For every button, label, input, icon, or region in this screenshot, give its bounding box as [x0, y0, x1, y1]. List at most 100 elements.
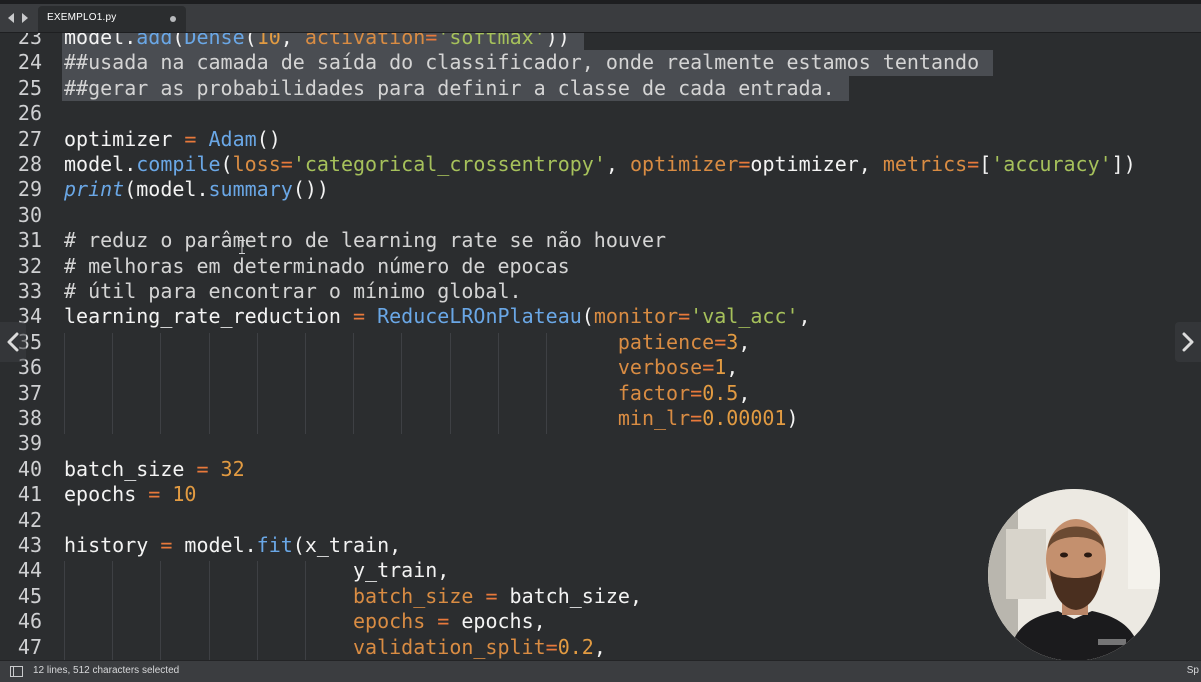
code-token: = [280, 152, 293, 176]
code-token: = [437, 609, 450, 634]
line-number: 26 [17, 101, 42, 126]
code-text: # melhoras em determinado número de epoc… [64, 254, 570, 279]
line-number: 42 [17, 507, 42, 532]
code-token: ( [220, 152, 233, 176]
code-token: print [64, 177, 125, 202]
line-number: 30 [17, 202, 42, 227]
presenter-avatar [988, 489, 1160, 661]
line-number: 31 [17, 228, 42, 253]
code-token: batch_size [64, 456, 197, 481]
line-number: 32 [17, 253, 42, 278]
code-line[interactable]: 30 [0, 203, 1201, 228]
code-token: = [184, 126, 197, 151]
indent-guide [160, 561, 162, 660]
line-number: 46 [17, 609, 42, 634]
code-token: , [593, 634, 606, 659]
panel-toggle-icon[interactable] [10, 666, 23, 677]
code-token: (x_train, [292, 533, 402, 557]
code-token: , [738, 380, 751, 405]
code-line[interactable]: 26 [0, 101, 1201, 126]
code-line[interactable]: 25 ##gerar as probabilidades para definir… [0, 75, 1201, 102]
code-line[interactable]: 39 [0, 431, 1201, 456]
code-token: model. [172, 533, 257, 557]
code-token: Dense [184, 33, 245, 49]
code-line[interactable]: 38 min_lr=0.00001) [0, 406, 1201, 431]
code-line[interactable]: 35 patience=3, [0, 330, 1201, 355]
indent-guide [112, 332, 114, 435]
code-token: = [967, 152, 980, 176]
code-text: batch_size = batch_size, [64, 584, 642, 609]
indent-guide [112, 561, 114, 660]
code-line[interactable]: 33 # útil para encontrar o mínimo global. [0, 279, 1201, 304]
indent-guide [208, 561, 210, 660]
code-token: patience [617, 329, 715, 354]
indent-guide [208, 332, 210, 435]
code-token: epochs, [449, 609, 546, 634]
line-number: 43 [17, 533, 42, 557]
code-token: = [485, 583, 498, 608]
code-token: [ [979, 152, 992, 176]
code-line[interactable]: 36 verbose=1, [0, 355, 1201, 380]
code-token: optimizer [64, 126, 185, 151]
line-number: 40 [17, 456, 42, 481]
code-text: optimizer = Adam() [64, 127, 281, 152]
code-token: 0.2 [557, 634, 594, 659]
code-token: # melhoras em determinado número de epoc… [64, 253, 570, 278]
code-token: () [256, 126, 281, 151]
code-line[interactable]: 29 print(model.summary()) [0, 177, 1201, 202]
code-token: epochs [64, 482, 149, 507]
code-token: factor [617, 380, 691, 405]
code-token: optimizer [629, 152, 739, 176]
code-token: # reduz o parâmetro de learning rate se … [64, 228, 667, 253]
next-slide-button[interactable] [1175, 322, 1201, 362]
code-token: , [738, 329, 751, 354]
code-line[interactable]: 32 # melhoras em determinado número de ep… [0, 254, 1201, 279]
unsaved-dot-icon[interactable] [170, 16, 176, 22]
code-line[interactable]: 40 batch_size = 32 [0, 457, 1201, 482]
code-token: 3 [726, 329, 739, 354]
tab-label: EXEMPLO1.py [47, 12, 117, 23]
code-token: loss [232, 152, 281, 176]
code-token: = [690, 406, 703, 430]
code-token: = [690, 380, 703, 405]
indentation-status[interactable]: Sp [1187, 665, 1199, 676]
code-line[interactable]: 31 # reduz o parâmetro de learning rate s… [0, 228, 1201, 253]
code-token: fit [256, 533, 293, 557]
line-number: 24 [17, 50, 42, 75]
indent-guide [64, 561, 65, 660]
code-line[interactable]: 24 ##usada na camada de saída do classifi… [0, 50, 1201, 76]
previous-slide-button[interactable] [0, 322, 26, 362]
line-number: 44 [17, 558, 42, 583]
selection-status: 12 lines, 512 characters selected [33, 665, 180, 676]
line-number: 33 [17, 279, 42, 303]
code-token: ()) [292, 177, 329, 202]
tab-exemplo1[interactable]: EXEMPLO1.py [38, 6, 186, 32]
code-line[interactable]: 23 model.add(Dense(10, activation='softma… [0, 33, 1201, 51]
chevron-right-icon[interactable] [20, 12, 30, 24]
chevron-right-icon [1182, 332, 1194, 352]
code-token: model. [64, 33, 137, 49]
code-token: verbose [617, 355, 703, 380]
code-token: = [425, 33, 438, 49]
code-token: monitor [593, 304, 679, 329]
code-token: ReduceLROnPlateau [377, 304, 582, 329]
code-token: activation [304, 33, 426, 49]
code-token: (model. [124, 177, 209, 202]
code-line[interactable]: 34 learning_rate_reduction = ReduceLROnPl… [0, 304, 1201, 329]
code-token: ( [244, 33, 257, 49]
indent-guide [305, 332, 306, 435]
code-text: min_lr=0.00001) [64, 406, 799, 431]
code-token: , [726, 355, 739, 380]
line-number: 47 [17, 634, 42, 659]
code-line[interactable]: 37 factor=0.5, [0, 381, 1201, 406]
chevron-left-icon[interactable] [6, 12, 16, 24]
code-line[interactable]: 28 model.compile(loss='categorical_crosse… [0, 152, 1201, 177]
indent-guide [160, 332, 162, 435]
code-token: ]) [1111, 152, 1136, 176]
code-line[interactable]: 27 optimizer = Adam() [0, 127, 1201, 152]
code-text: ##gerar as probabilidades para definir a… [62, 75, 849, 102]
code-line[interactable]: 41 epochs = 10 [0, 482, 1201, 507]
